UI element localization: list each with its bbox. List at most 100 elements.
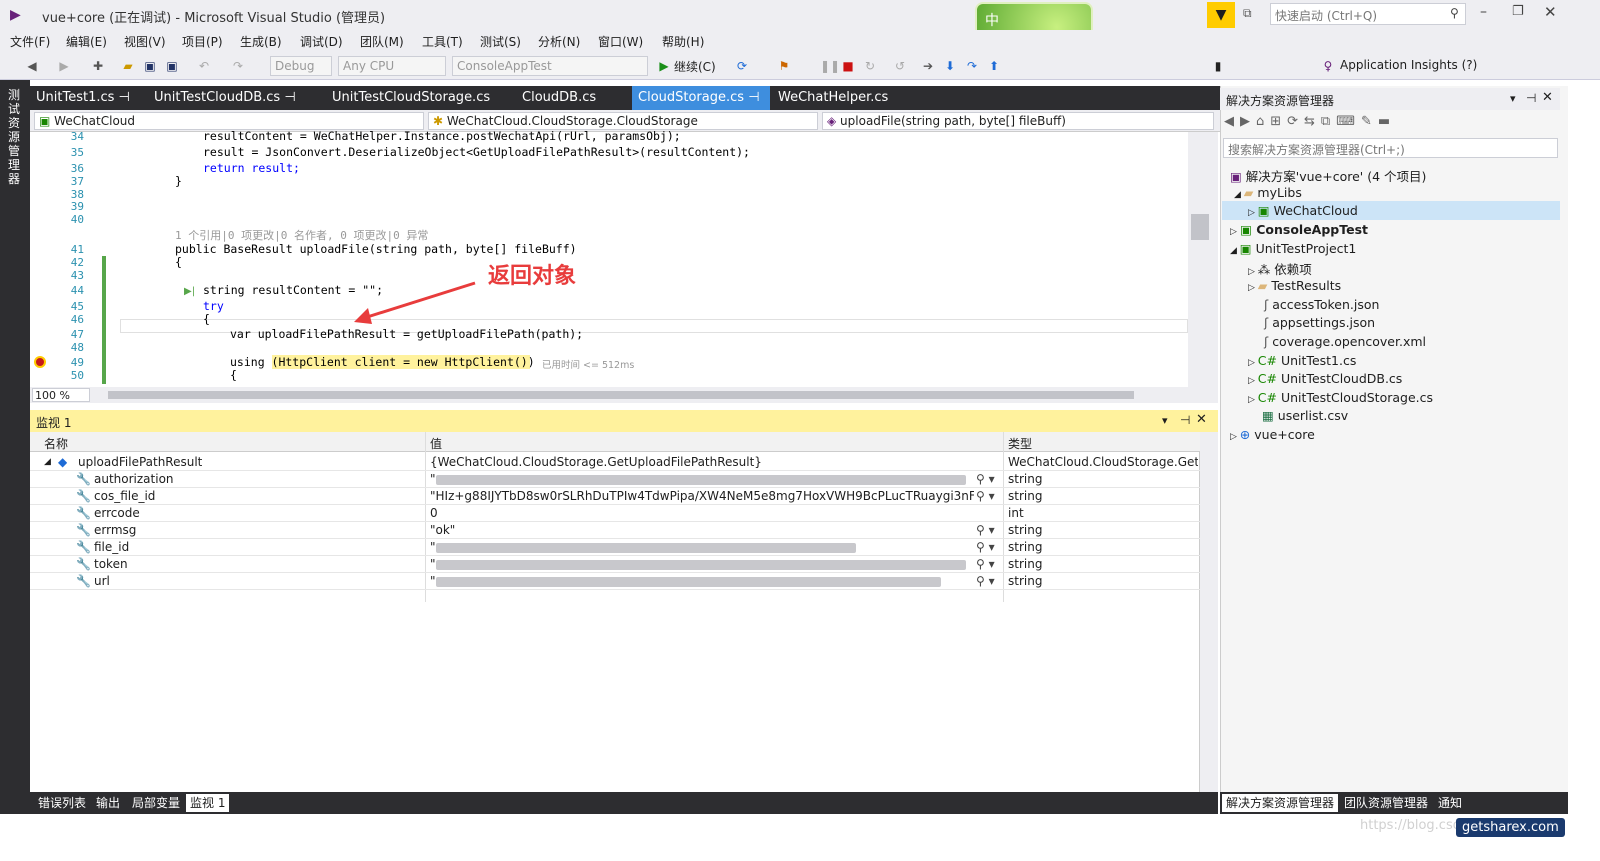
tab-unittestclouddb[interactable]: UnitTestCloudDB.cs ⊣	[148, 86, 302, 110]
menu-file[interactable]: 文件(F)	[10, 33, 50, 50]
expanded-icon[interactable]: ◢	[1230, 246, 1240, 256]
collapsed-icon[interactable]: ▷	[1248, 376, 1258, 386]
watch-vertical-scrollbar[interactable]	[1200, 432, 1218, 792]
step-over-icon[interactable]: ↷	[964, 58, 980, 74]
menu-window[interactable]: 窗口(W)	[598, 33, 643, 50]
watch-row[interactable]: 🔧 errmsg "ok" ⚲ ▾ string	[30, 522, 1200, 539]
collapse-icon[interactable]: ◢	[44, 457, 51, 467]
tab-team-explorer[interactable]: 团队资源管理器	[1340, 794, 1432, 812]
magnifier-icon[interactable]: ⚲ ▾	[976, 489, 995, 503]
tree-file[interactable]: ʃ coverage.opencover.xml	[1264, 334, 1426, 349]
horizontal-scroll-thumb[interactable]	[108, 391, 1134, 399]
collapsed-icon[interactable]: ▷	[1248, 395, 1258, 405]
tab-solution-explorer[interactable]: 解决方案资源管理器	[1222, 794, 1339, 812]
magnifier-icon[interactable]: ⚲ ▾	[976, 523, 995, 537]
magnifier-icon[interactable]: ⚲ ▾	[976, 557, 995, 571]
undo-icon[interactable]: ↶	[196, 58, 212, 74]
new-project-icon[interactable]: ✚	[90, 58, 106, 74]
continue-icon[interactable]: ▶	[656, 58, 672, 74]
tree-folder-testresults[interactable]: ▷ ▰ TestResults	[1248, 278, 1341, 293]
watch-row-root[interactable]: ◢ ◆ uploadFilePathResult {WeChatCloud.Cl…	[30, 454, 1200, 471]
project-dropdown[interactable]: ▣ WeChatCloud	[34, 112, 424, 130]
tab-notifications[interactable]: 通知	[1434, 794, 1466, 812]
watch-value[interactable]: "	[430, 472, 966, 486]
tab-watch1[interactable]: 监视 1	[186, 794, 230, 812]
column-value[interactable]: 值	[430, 435, 442, 452]
watch-row[interactable]: 🔧 file_id " ⚲ ▾ string	[30, 539, 1200, 556]
tree-dependencies[interactable]: ▷ ⁂ 依赖项	[1248, 259, 1312, 278]
restore-button[interactable]: ❐	[1512, 4, 1524, 19]
watch-row[interactable]: 🔧 authorization " ⚲ ▾ string	[30, 471, 1200, 488]
watch-value[interactable]: "HIz+g88IJYTbD8sw0rSLRhDuTPIw4TdwPipa/XW…	[430, 489, 974, 503]
codelens[interactable]: 1 个引用|0 项更改|0 名作者, 0 项更改|0 异常	[175, 227, 428, 243]
pin-icon[interactable]: ⊣	[1180, 413, 1190, 427]
tree-project-vuecore[interactable]: ▷ ⊕ vue+core	[1230, 427, 1315, 442]
find-icon[interactable]: ⚑	[776, 58, 792, 74]
menu-view[interactable]: 视图(V)	[124, 33, 166, 50]
forward-icon[interactable]: ▶	[56, 58, 72, 74]
collapsed-icon[interactable]: ▷	[1230, 227, 1240, 237]
tab-clouddb[interactable]: CloudDB.cs	[516, 86, 602, 110]
collapsed-icon[interactable]: ▷	[1248, 358, 1258, 368]
hot-reload-icon[interactable]: ↺	[892, 58, 908, 74]
watch-value[interactable]: 0	[430, 506, 438, 520]
minimize-button[interactable]: –	[1480, 4, 1487, 20]
watch-row[interactable]: 🔧 errcode 0 int	[30, 505, 1200, 522]
scroll-thumb[interactable]	[1191, 214, 1209, 240]
menu-test[interactable]: 测试(S)	[480, 33, 521, 50]
editor-vertical-scrollbar[interactable]	[1188, 132, 1218, 387]
collapsed-icon[interactable]: ▷	[1248, 208, 1258, 218]
watch-row[interactable]: 🔧 url " ⚲ ▾ string	[30, 573, 1200, 590]
run-to-click-icon[interactable]: ▶|	[184, 286, 195, 297]
pin-icon[interactable]: ⊣	[748, 90, 759, 105]
member-dropdown[interactable]: ◈ uploadFile(string path, byte[] fileBuf…	[822, 112, 1214, 130]
refresh-icon[interactable]: ⟳	[734, 58, 750, 74]
step-into-icon[interactable]: ⬇	[942, 58, 958, 74]
watch-value[interactable]: "	[430, 540, 856, 554]
dropdown-icon[interactable]: ▾	[1510, 92, 1516, 105]
close-button[interactable]: ✕	[1544, 3, 1557, 21]
pin-icon[interactable]: ⊣	[1526, 91, 1536, 105]
filter-icon[interactable]: ▼	[1207, 2, 1235, 28]
tab-wechathelper[interactable]: WeChatHelper.cs	[772, 86, 894, 110]
tree-file[interactable]: ▦ userlist.csv	[1262, 408, 1348, 423]
collapsed-icon[interactable]: ▷	[1230, 432, 1240, 442]
tree-file[interactable]: ▷ C# UnitTestCloudStorage.cs	[1248, 390, 1433, 405]
tab-unittestcloudstorage[interactable]: UnitTestCloudStorage.cs	[326, 86, 496, 110]
close-icon[interactable]: ✕	[1196, 412, 1207, 427]
tab-unittest1[interactable]: UnitTest1.cs ⊣	[30, 86, 136, 110]
menu-debug[interactable]: 调试(D)	[300, 33, 343, 50]
pin-icon[interactable]: ⊣	[284, 90, 295, 105]
back-icon[interactable]: ◀	[24, 58, 40, 74]
startup-project-combo[interactable]: ConsoleAppTest	[452, 56, 648, 76]
tab-locals[interactable]: 局部变量	[128, 794, 184, 812]
close-icon[interactable]: ✕	[1542, 90, 1553, 105]
menu-project[interactable]: 项目(P)	[182, 33, 223, 50]
tab-cloudstorage[interactable]: CloudStorage.cs ⊣ ✕	[632, 86, 770, 129]
solution-explorer-toolbar[interactable]: ◀▶⌂⊞⟳⇆⧉⌨✎▬	[1224, 114, 1554, 134]
tree-folder-mylibs[interactable]: ◢ ▰ myLibs	[1234, 185, 1302, 200]
restart-icon[interactable]: ↻	[862, 58, 878, 74]
expanded-icon[interactable]: ◢	[1234, 190, 1244, 200]
column-name[interactable]: 名称	[44, 435, 68, 452]
solution-search-input[interactable]: 搜索解决方案资源管理器(Ctrl+;)	[1223, 138, 1558, 158]
watch-row[interactable]: 🔧 cos_file_id "HIz+g88IJYTbD8sw0rSLRhDuT…	[30, 488, 1200, 505]
tree-file[interactable]: ▷ C# UnitTest1.cs	[1248, 353, 1356, 368]
magnifier-icon[interactable]: ⚲ ▾	[976, 540, 995, 554]
pin-icon[interactable]: ⊣	[119, 90, 130, 105]
step-out-icon[interactable]: ⬆	[986, 58, 1002, 74]
dropdown-icon[interactable]: ▾	[1162, 414, 1168, 427]
continue-button[interactable]: 继续(C)	[674, 58, 716, 75]
application-insights-button[interactable]: Application Insights (?)	[1340, 58, 1477, 72]
tree-project-consoleapptest[interactable]: ▷ ▣ ConsoleAppTest	[1230, 222, 1368, 237]
bookmark-icon[interactable]: ▮	[1210, 58, 1226, 74]
menu-tools[interactable]: 工具(T)	[422, 33, 463, 50]
class-dropdown[interactable]: ✱ WeChatCloud.CloudStorage.CloudStorage	[428, 112, 818, 130]
show-next-statement-icon[interactable]: ➔	[920, 58, 936, 74]
column-type[interactable]: 类型	[1008, 435, 1032, 452]
magnifier-icon[interactable]: ⚲ ▾	[976, 472, 995, 486]
menu-edit[interactable]: 编辑(E)	[66, 33, 107, 50]
breakpoint-current-icon[interactable]	[34, 356, 46, 368]
redo-icon[interactable]: ↷	[230, 58, 246, 74]
watch-value[interactable]: {WeChatCloud.CloudStorage.GetUploadFileP…	[430, 455, 1000, 469]
